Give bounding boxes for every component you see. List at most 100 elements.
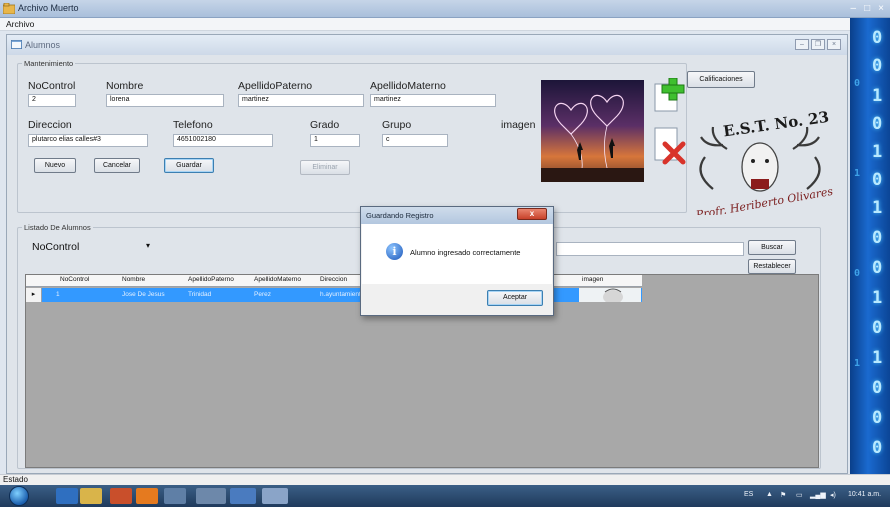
show-hidden-icons[interactable]: ▲ <box>766 491 773 498</box>
direccion-field[interactable]: plutarco elias calles#3 <box>28 134 148 147</box>
grado-field[interactable]: 1 <box>310 134 360 147</box>
strip-digit: 0 <box>872 438 883 458</box>
start-button[interactable] <box>9 486 29 506</box>
school-logo: E.S.T. No. 23 Profr. Heriberto Olivares <box>694 108 834 215</box>
svg-text:E.S.T. No. 23: E.S.T. No. 23 <box>722 108 830 141</box>
window-titlebar: Archivo Muerto – □ × <box>0 0 890 18</box>
child-minimize-icon[interactable]: – <box>795 39 809 50</box>
alumnos-title: Alumnos <box>25 40 61 50</box>
student-photo <box>541 80 644 182</box>
col-nocontrol[interactable]: NoControl <box>60 276 89 283</box>
status-label: Estado <box>3 475 28 484</box>
col-direccion[interactable]: Direccion <box>320 276 347 283</box>
strip-digit: 0 <box>872 170 883 190</box>
media-icon[interactable] <box>110 488 132 504</box>
window-controls: – □ × <box>851 3 884 14</box>
restablecer-button[interactable]: Restablecer <box>748 259 796 274</box>
nocontrol-label: NoControl <box>28 80 76 92</box>
nocontrol-field[interactable]: 2 <box>28 94 76 107</box>
mantenimiento-label: Mantenimiento <box>22 59 76 68</box>
dialog-message: Alumno ingresado correctamente <box>410 248 521 257</box>
col-amaterno[interactable]: ApellidoMaterno <box>254 276 301 283</box>
strip-digit: 1 <box>872 348 883 368</box>
cell-nocontrol: 1 <box>56 291 60 298</box>
dialog-body: i Alumno ingresado correctamente <box>362 224 552 284</box>
aceptar-button[interactable]: Aceptar <box>487 290 543 306</box>
message-dialog: Guardando Registro x i Alumno ingresado … <box>360 206 554 316</box>
minimize-icon[interactable]: – <box>851 3 857 14</box>
listado-label: Listado De Alumnos <box>22 223 93 232</box>
grado-label: Grado <box>310 119 340 131</box>
strip-digit: 1 <box>872 288 883 308</box>
eliminar-button[interactable]: Eliminar <box>300 160 350 175</box>
visual-studio-icon[interactable] <box>230 488 256 504</box>
add-icon[interactable] <box>653 78 686 112</box>
app-icon-5[interactable] <box>164 488 186 504</box>
nuevo-button[interactable]: Nuevo <box>34 158 76 173</box>
direccion-label: Direccion <box>28 119 72 131</box>
search-field-value: NoControl <box>32 241 80 253</box>
telefono-field[interactable]: 4651002180 <box>173 134 273 147</box>
apaterno-field[interactable]: martinez <box>238 94 364 107</box>
amaterno-label: ApellidoMaterno <box>370 80 446 92</box>
cancelar-button[interactable]: Cancelar <box>94 158 140 173</box>
strip-digit: 0 <box>872 258 883 278</box>
ie-icon[interactable] <box>56 488 78 504</box>
dialog-title: Guardando Registro <box>366 211 434 220</box>
menu-archivo[interactable]: Archivo <box>6 19 34 29</box>
firefox-icon[interactable] <box>136 488 158 504</box>
dialog-titlebar: Guardando Registro x <box>361 207 553 224</box>
row-selector-icon[interactable]: ▸ <box>26 288 42 302</box>
strip-digit: 0 <box>872 114 883 134</box>
delete-icon[interactable] <box>653 126 686 166</box>
nombre-field[interactable]: lorena <box>106 94 224 107</box>
explorer-icon[interactable] <box>80 488 102 504</box>
window-title: Archivo Muerto <box>18 3 79 13</box>
nombre-label: Nombre <box>106 80 144 92</box>
amaterno-field[interactable]: martinez <box>370 94 496 107</box>
telefono-label: Telefono <box>173 119 213 131</box>
col-nombre[interactable]: Nombre <box>122 276 145 283</box>
battery-icon[interactable]: ▭ <box>796 491 803 499</box>
strip-digit: 1 <box>854 358 861 369</box>
col-imagen[interactable]: imagen <box>582 276 603 283</box>
archivo-muerto-taskbar-icon[interactable] <box>262 488 288 504</box>
volume-icon[interactable]: ◂) <box>830 491 836 499</box>
clock[interactable]: 10:41 a.m. <box>848 491 881 498</box>
app-icon-6[interactable] <box>196 488 226 504</box>
maximize-icon[interactable]: □ <box>864 3 870 14</box>
strip-digit: 0 <box>872 408 883 428</box>
strip-digit: 1 <box>872 86 883 106</box>
grupo-field[interactable]: c <box>382 134 448 147</box>
search-input[interactable] <box>556 242 744 256</box>
chevron-down-icon: ▾ <box>145 241 150 250</box>
calificaciones-button[interactable]: Calificaciones <box>687 71 755 88</box>
strip-digit: 0 <box>872 28 883 48</box>
taskbar: ES ▲ ⚑ ▭ ▂▄▆ ◂) 10:41 a.m. <box>0 485 890 507</box>
alumnos-titlebar: Alumnos – ❐ × <box>7 35 847 55</box>
buscar-button[interactable]: Buscar <box>748 240 796 255</box>
col-apaterno[interactable]: ApellidoPaterno <box>188 276 234 283</box>
strip-digit: 0 <box>872 56 883 76</box>
form-icon <box>11 40 22 49</box>
close-icon[interactable]: × <box>878 3 884 14</box>
strip-digit: 0 <box>872 228 883 248</box>
child-close-icon[interactable]: × <box>827 39 841 50</box>
strip-digit: 1 <box>872 142 883 162</box>
strip-digit: 0 <box>872 318 883 338</box>
flag-icon[interactable]: ⚑ <box>780 491 786 499</box>
apaterno-label: ApellidoPaterno <box>238 80 313 92</box>
info-icon: i <box>386 243 403 260</box>
dialog-close-icon[interactable]: x <box>517 208 547 220</box>
child-restore-icon[interactable]: ❐ <box>811 39 825 50</box>
strip-digit: 1 <box>854 168 861 179</box>
cell-imagen-thumbnail <box>579 288 641 302</box>
guardar-button[interactable]: Guardar <box>164 158 214 173</box>
language-indicator[interactable]: ES <box>744 491 753 498</box>
cell-direccion: h.ayuntamient <box>320 291 361 298</box>
background-strip: 0 0 1 0 1 0 1 0 0 1 0 1 0 0 0 0 1 0 1 <box>850 18 890 480</box>
status-bar: Estado <box>0 474 890 485</box>
cell-apaterno: Trinidad <box>188 291 212 298</box>
search-field-select[interactable]: NoControl ▾ <box>32 240 150 256</box>
network-icon[interactable]: ▂▄▆ <box>810 491 826 499</box>
